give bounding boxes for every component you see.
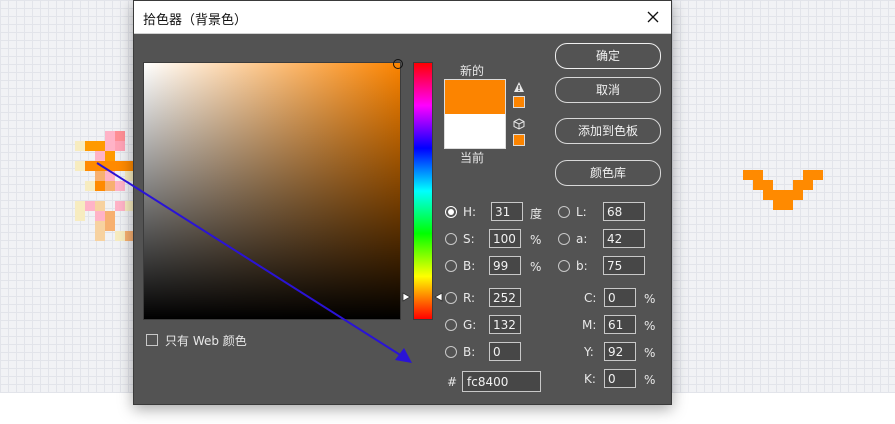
annotation-arrow bbox=[96, 162, 412, 363]
